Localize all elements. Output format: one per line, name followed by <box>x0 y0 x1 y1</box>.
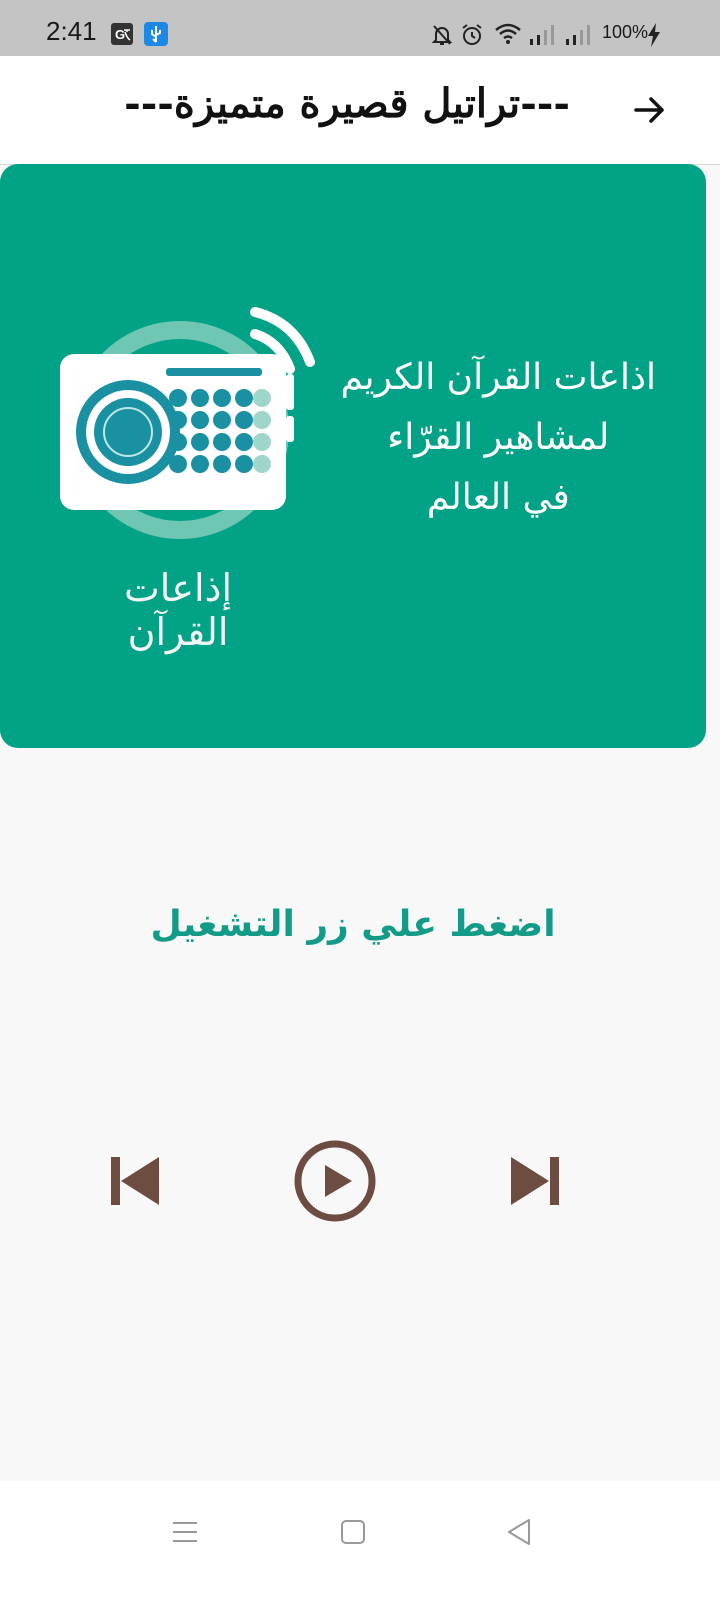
page-title: ---تراتيل قصيرة متميزة--- <box>124 80 570 127</box>
signal-icon <box>530 25 554 45</box>
skip-next-icon <box>511 1157 559 1205</box>
battery-percentage: 100% <box>602 22 649 42</box>
next-button[interactable] <box>500 1146 570 1216</box>
banner-headline-line: اذاعات القرآن الكريم <box>340 357 656 398</box>
app-bar: ---تراتيل قصيرة متميزة--- <box>0 56 720 165</box>
home-icon[interactable] <box>338 1517 368 1547</box>
wifi-icon <box>495 23 521 44</box>
radio-logo-icon <box>60 307 315 539</box>
logo-caption: إذاعات القرآن <box>123 566 233 654</box>
status-time: 2:41 <box>46 16 97 46</box>
banner-headline: اذاعات القرآن الكريم لمشاهير القرّاء في … <box>341 348 656 528</box>
status-bar: 2:41 G 100% <box>0 0 720 56</box>
forward-button[interactable] <box>620 82 680 138</box>
svg-text:G: G <box>115 27 125 42</box>
banner-headline-line: لمشاهير القرّاء <box>387 417 610 458</box>
banner-headline-line: في العالم <box>426 477 570 518</box>
previous-button[interactable] <box>100 1146 170 1216</box>
radio-banner: إذاعات القرآن اذاعات القرآن الكريم لمشاه… <box>0 164 706 748</box>
arrow-right-icon <box>634 97 664 123</box>
bell-off-icon <box>432 25 452 45</box>
charging-icon <box>648 23 660 47</box>
play-icon <box>294 1140 376 1222</box>
usb-icon <box>144 22 168 46</box>
skip-previous-icon <box>111 1157 159 1205</box>
menu-icon[interactable] <box>170 1517 200 1547</box>
alarm-icon <box>462 24 482 45</box>
signal-icon <box>566 25 590 45</box>
translate-icon: G <box>111 23 133 45</box>
play-button[interactable] <box>290 1136 380 1226</box>
back-icon[interactable] <box>504 1517 534 1547</box>
system-nav-bar <box>0 1481 720 1600</box>
play-instruction: اضغط علي زر التشغيل <box>150 904 556 945</box>
